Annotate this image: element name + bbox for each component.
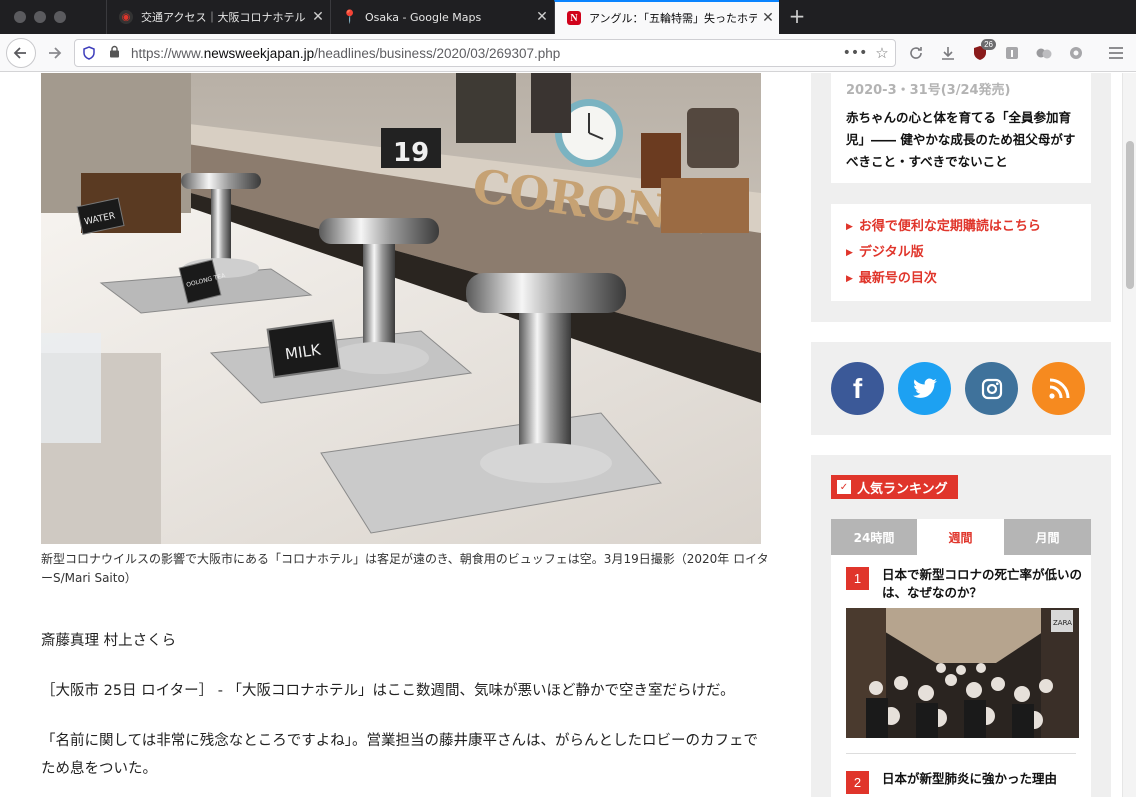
ranking-item-title[interactable]: 日本で新型コロナの死亡率が低いのは、なぜなのか？ [882, 566, 1082, 602]
window-close-button[interactable] [14, 11, 26, 23]
link-label: 最新号の目次 [858, 271, 937, 286]
rank-number: 1 [846, 567, 869, 590]
web-page: CORONA 19 MILK WATER OOLONG TEA 新型コロナウイル… [0, 73, 1122, 797]
url-domain: newsweekjapan.jp [203, 45, 315, 61]
tab-newsweek-article[interactable]: N アングル：「五輪特需」失ったホテル ✕ [554, 0, 779, 34]
reload-icon[interactable] [906, 43, 926, 63]
tracking-shield-icon[interactable] [83, 46, 97, 60]
tab-corona-hotel[interactable]: ◉ 交通アクセス｜大阪コロナホテル 新 ✕ [106, 0, 329, 34]
settings-addon-icon[interactable] [1066, 43, 1086, 63]
digital-edition-link[interactable]: ▶ デジタル版 [846, 240, 1076, 266]
ranking-item-title[interactable]: 日本が新型肺炎に強かった理由 [882, 770, 1082, 788]
ublock-addon-icon[interactable]: 26 [970, 39, 996, 63]
link-label: お得で便利な定期購読はこちら [858, 219, 1041, 234]
tab-title: 交通アクセス｜大阪コロナホテル 新 [141, 11, 307, 24]
bookmark-star-icon[interactable]: ☆ [869, 44, 895, 62]
tab-weekly[interactable]: 週間 [917, 519, 1004, 555]
triangle-right-icon: ▶ [846, 274, 853, 284]
close-tab-icon[interactable]: ✕ [531, 9, 553, 25]
newsweek-favicon-icon: N [567, 11, 581, 25]
ranking-photo[interactable]: ZARA [846, 608, 1079, 738]
tab-monthly[interactable]: 月間 [1004, 519, 1091, 555]
facebook-icon[interactable]: f [831, 362, 884, 415]
arrow-right-icon [49, 47, 62, 59]
close-tab-icon[interactable]: ✕ [307, 9, 329, 25]
triangle-right-icon: ▶ [846, 248, 853, 258]
new-tab-button[interactable]: + [785, 4, 809, 28]
ranking-title: 人気ランキング [857, 481, 948, 497]
back-button[interactable] [6, 38, 36, 68]
checkmark-icon: ✓ [837, 480, 851, 494]
issue-title[interactable]: 赤ちゃんの心と体を育てる「全員参加育児」―― 健やかな成長のため祖父母がすべきこ… [846, 107, 1076, 173]
url-path: /headlines/business/2020/03/269307.php [314, 45, 561, 61]
forward-button[interactable] [40, 39, 68, 67]
divider [846, 753, 1076, 754]
page-actions-button[interactable]: ••• [841, 45, 869, 61]
issue-box[interactable]: 2020-3・31号(3/24発売) 赤ちゃんの心と体を育てる「全員参加育児」―… [831, 73, 1091, 183]
address-bar[interactable]: https://www.newsweekjapan.jp/headlines/b… [74, 39, 896, 67]
twitter-icon[interactable] [898, 362, 951, 415]
maps-pin-icon: 📍 [341, 9, 359, 25]
photo-caption: 新型コロナウイルスの影響で大阪市にある「コロナホテル」は客足が遠のき、朝食用のビ… [41, 552, 769, 585]
triangle-right-icon: ▶ [846, 222, 853, 232]
window-minimize-button[interactable] [34, 11, 46, 23]
window-zoom-button[interactable] [54, 11, 66, 23]
tab-title: アングル：「五輪特需」失ったホテル [589, 12, 757, 25]
tab-title: Osaka - Google Maps [365, 10, 482, 24]
hamburger-icon[interactable] [1106, 43, 1126, 63]
byline: 斎藤真理 村上さくら [41, 633, 177, 649]
instagram-icon[interactable] [965, 362, 1018, 415]
article-paragraph: 「名前に関しては非常に残念なところですよね」。営業担当の藤井康平さんは、がらんと… [41, 733, 759, 777]
issue-date: 2020-3・31号(3/24発売) [846, 83, 1011, 98]
subscription-links: ▶ お得で便利な定期購読はこちら ▶ デジタル版 ▶ 最新号の目次 [831, 204, 1091, 301]
page-scrollbar[interactable] [1122, 73, 1136, 797]
arrow-left-icon [13, 47, 26, 59]
close-tab-icon[interactable]: ✕ [757, 10, 779, 26]
zara-sign: ZARA [1053, 619, 1072, 627]
subscribe-link[interactable]: ▶ お得で便利な定期購読はこちら [846, 214, 1076, 240]
rank-number: 2 [846, 771, 869, 794]
download-icon[interactable] [938, 43, 958, 63]
link-label: デジタル版 [858, 245, 924, 260]
tab-bar: ◉ 交通アクセス｜大阪コロナホテル 新 ✕ 📍 Osaka - Google M… [0, 0, 1136, 34]
reader-addon-icon[interactable] [1002, 43, 1022, 63]
tab-google-maps[interactable]: 📍 Osaka - Google Maps ✕ [330, 0, 553, 34]
addon-badge: 26 [981, 39, 996, 50]
url-text[interactable]: https://www.newsweekjapan.jp/headlines/b… [131, 46, 841, 61]
lock-icon[interactable] [109, 45, 121, 61]
rss-icon[interactable] [1032, 362, 1085, 415]
latest-issue-link[interactable]: ▶ 最新号の目次 [846, 266, 1076, 292]
extension-icon[interactable] [1034, 43, 1054, 63]
url-prefix: https://www. [131, 45, 204, 61]
scrollbar-thumb[interactable] [1126, 141, 1134, 289]
ranking-header: ✓ 人気ランキング [831, 475, 958, 499]
calendar-sign: 19 [393, 138, 429, 168]
navigation-toolbar: https://www.newsweekjapan.jp/headlines/b… [0, 34, 1136, 72]
hotel-favicon-icon: ◉ [119, 10, 133, 24]
article-paragraph: ［大阪市 25日 ロイター］ - 「大阪コロナホテル」はここ数週間、気味が悪いほ… [41, 683, 735, 699]
tab-24h[interactable]: 24時間 [831, 519, 917, 555]
article-photo: CORONA 19 MILK WATER OOLONG TEA [41, 73, 761, 544]
